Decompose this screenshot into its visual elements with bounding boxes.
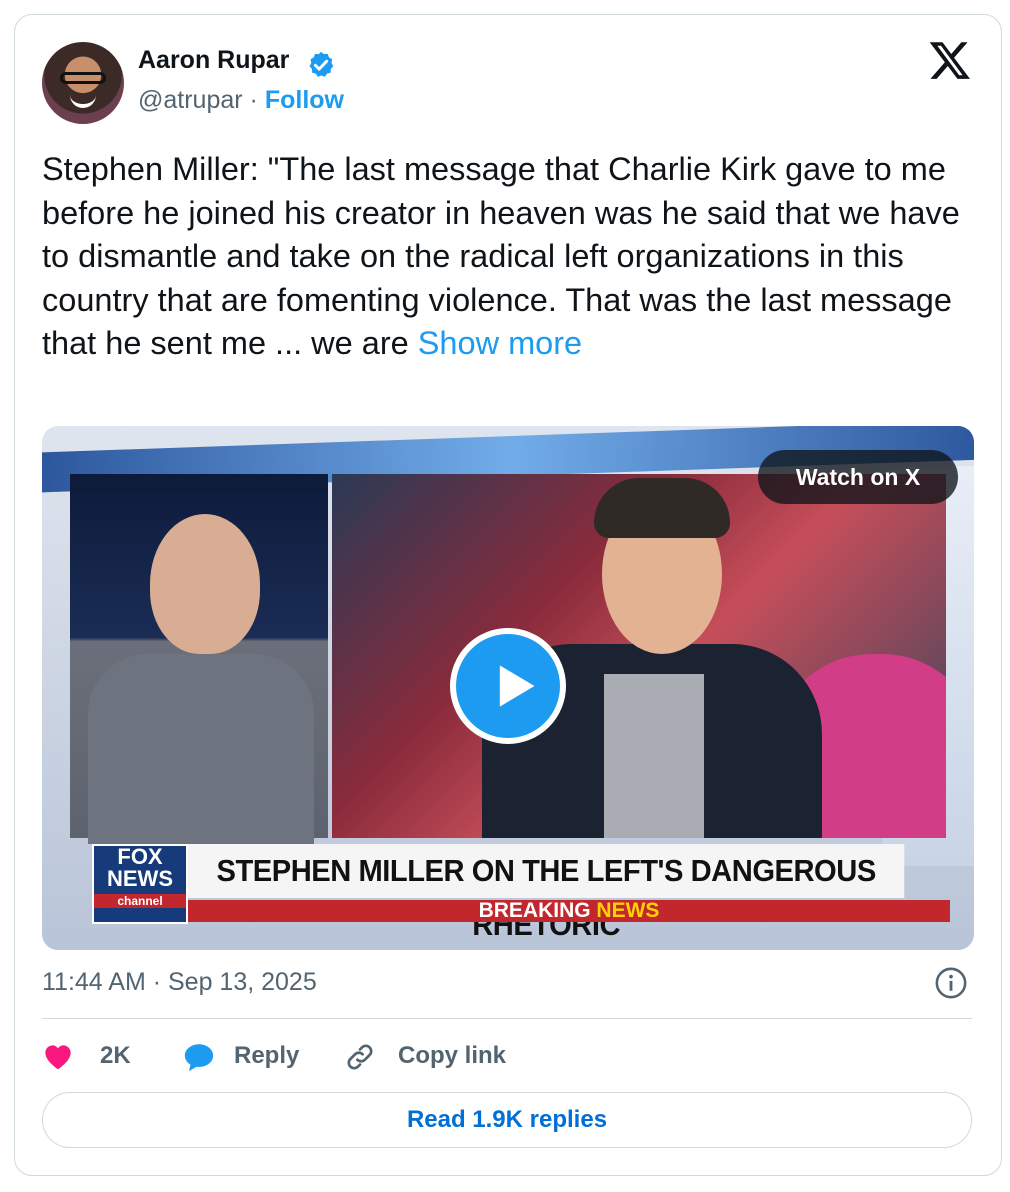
breaking-label: BREAKING (478, 899, 591, 922)
play-icon (499, 665, 535, 707)
avatar[interactable] (42, 42, 124, 124)
author-handle-row: @atrupar · Follow (138, 86, 344, 115)
reply-bubble-icon (184, 1044, 214, 1072)
tweet-timestamp[interactable]: 11:44 AM · Sep 13, 2025 (42, 968, 317, 997)
separator: · (249, 86, 258, 114)
x-logo-icon[interactable] (928, 38, 972, 82)
speaker-body (88, 654, 314, 844)
info-icon[interactable] (934, 966, 968, 1000)
logo-fox: FOX (117, 844, 163, 869)
avatar-glasses (60, 72, 106, 84)
reply-label: Reply (234, 1042, 300, 1069)
news-label: NEWS (596, 899, 660, 922)
breaking-news-bar: BREAKING NEWS (188, 900, 950, 922)
divider (42, 1018, 972, 1019)
play-button[interactable] (450, 628, 566, 744)
reply-button[interactable]: Reply (182, 1036, 322, 1076)
news-chyron: FOX NEWS channel STEPHEN MILLER ON THE L… (70, 838, 950, 942)
video-left-panel (70, 474, 328, 844)
chyron-headline: STEPHEN MILLER ON THE LEFT'S DANGEROUS R… (188, 844, 905, 942)
speaker-head (150, 514, 260, 654)
fox-news-logo: FOX NEWS channel (92, 844, 188, 924)
follow-button[interactable]: Follow (265, 86, 344, 114)
copy-link-button[interactable]: Copy link (344, 1036, 524, 1076)
subject-hair (594, 478, 730, 538)
link-icon (347, 1044, 373, 1070)
avatar-smile (70, 94, 96, 108)
read-replies-button[interactable]: Read 1.9K replies (42, 1092, 972, 1148)
show-more-link[interactable]: Show more (418, 325, 582, 361)
author-name[interactable]: Aaron Rupar (138, 46, 289, 75)
heart-icon (45, 1045, 71, 1070)
like-button[interactable]: 2K (42, 1036, 142, 1076)
likes-count: 2K (100, 1042, 131, 1069)
verified-badge-icon (309, 51, 334, 77)
author-handle[interactable]: @atrupar (138, 86, 243, 114)
tweet-text: Stephen Miller: "The last message that C… (42, 148, 972, 366)
logo-news: NEWS (107, 866, 173, 891)
subject-shirt (604, 674, 704, 838)
logo-channel: channel (94, 894, 186, 908)
copy-link-label: Copy link (398, 1042, 507, 1069)
watch-on-x-button[interactable]: Watch on X (758, 450, 958, 504)
video-right-panel (332, 474, 946, 838)
